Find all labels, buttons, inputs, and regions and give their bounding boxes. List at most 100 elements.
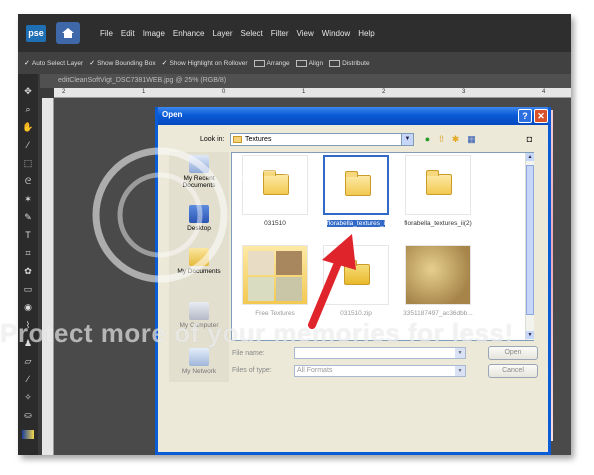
scroll-down-icon[interactable]: ▼ <box>526 331 534 339</box>
look-in-dropdown[interactable]: Textures ▼ <box>230 133 414 146</box>
align-label: Align <box>308 59 324 67</box>
menu-image[interactable]: Image <box>143 29 165 38</box>
dialog-titlebar[interactable]: Open ? ✕ <box>158 107 548 125</box>
menu-file[interactable]: File <box>100 29 113 38</box>
magic-wand-tool-icon[interactable]: ✶ <box>22 194 34 204</box>
file-thumbnail <box>242 245 308 305</box>
vertical-ruler <box>42 98 54 455</box>
my-documents-icon <box>189 248 209 266</box>
ruler-mark: 2 <box>382 89 386 95</box>
straighten-tool-icon[interactable]: ▭ <box>22 284 34 294</box>
auto-select-label: Auto Select Layer <box>31 59 84 67</box>
preview-icon[interactable]: ◘ <box>524 134 535 145</box>
red-arrow-annotation <box>308 234 356 329</box>
texture-swatch <box>248 251 274 275</box>
horizontal-ruler: 2 1 0 1 2 3 4 <box>54 88 571 98</box>
file-item[interactable]: florabella_textures_ii(2) <box>402 155 474 227</box>
chevron-down-icon[interactable]: ▼ <box>401 134 413 145</box>
scroll-up-icon[interactable]: ▲ <box>526 153 534 161</box>
ruler-mark: 3 <box>462 89 466 95</box>
desktop-icon <box>189 205 209 223</box>
type-tool-icon[interactable]: T <box>22 230 34 240</box>
bounding-box-option[interactable]: ✓ Show Bounding Box <box>89 59 155 68</box>
checkmark-icon: ✓ <box>24 60 30 67</box>
marquee-tool-icon[interactable]: ⬚ <box>22 158 34 168</box>
texture-swatch <box>276 251 302 275</box>
cookie-cutter-tool-icon[interactable]: ✿ <box>22 266 34 276</box>
menu-edit[interactable]: Edit <box>121 29 135 38</box>
auto-select-option[interactable]: ✓ Auto Select Layer <box>24 59 84 68</box>
brush-tool-icon[interactable]: ∕ <box>22 374 34 384</box>
home-button[interactable] <box>56 22 80 44</box>
align-button[interactable]: Align <box>295 59 324 67</box>
ruler-mark: 1 <box>142 89 146 95</box>
highlight-option[interactable]: ✓ Show Highlight on Rollover <box>162 59 248 68</box>
selection-brush-tool-icon[interactable]: ✎ <box>22 212 34 222</box>
file-thumbnail <box>405 155 471 215</box>
ruler-mark: 4 <box>542 89 546 95</box>
new-folder-icon[interactable]: ✱ <box>450 134 461 145</box>
zoom-tool-icon[interactable]: ⌕ <box>22 104 34 114</box>
watermark-text: Protect more of your memories for less! <box>0 318 514 348</box>
cancel-button[interactable]: Cancel <box>488 364 538 378</box>
scroll-thumb[interactable] <box>526 165 534 315</box>
my-network-icon <box>189 348 209 366</box>
smart-brush-tool-icon[interactable]: ✧ <box>22 392 34 402</box>
back-icon[interactable]: ● <box>422 134 433 145</box>
place-my-documents[interactable]: My Documents <box>169 248 229 275</box>
red-eye-tool-icon[interactable]: ◉ <box>22 302 34 312</box>
highlight-label: Show Highlight on Rollover <box>169 59 248 67</box>
menu-window[interactable]: Window <box>322 29 350 38</box>
folder-icon <box>263 170 289 195</box>
file-label: florabella_textures_ii(2) <box>404 220 472 227</box>
place-desktop[interactable]: Desktop <box>169 205 229 232</box>
menu-help[interactable]: Help <box>358 29 374 38</box>
hand-tool-icon[interactable]: ✋ <box>22 122 34 132</box>
view-menu-icon[interactable]: ▦ <box>466 134 477 145</box>
close-button[interactable]: ✕ <box>534 109 548 123</box>
lasso-tool-icon[interactable]: ᘓ <box>22 176 34 186</box>
tool-options-bar: ✓ Auto Select Layer ✓ Show Bounding Box ✓ S… <box>18 52 571 74</box>
ruler-mark: 0 <box>222 89 226 95</box>
checkmark-icon: ✓ <box>89 60 96 67</box>
document-tab[interactable]: editCleanSoftVigt_DSC7381WEB.jpg @ 25% (… <box>40 74 571 88</box>
help-button[interactable]: ? <box>518 109 532 123</box>
ruler-mark: 2 <box>62 89 66 95</box>
file-item[interactable]: 031510 <box>239 155 311 227</box>
file-item[interactable]: 3351187497_ac36dbb... <box>402 245 474 317</box>
menu-view[interactable]: View <box>297 29 314 38</box>
folder-icon <box>345 171 371 196</box>
file-list-scrollbar[interactable]: ▲ ▼ <box>525 153 534 340</box>
eyedropper-tool-icon[interactable]: ⁄ <box>22 140 34 150</box>
place-label: My Network <box>181 368 217 375</box>
place-my-network[interactable]: My Network <box>169 348 229 375</box>
chevron-down-icon[interactable]: ▼ <box>455 366 465 376</box>
menu-filter[interactable]: Filter <box>271 29 289 38</box>
menu-bar: pse File Edit Image Enhance Layer Select… <box>18 14 571 52</box>
crop-tool-icon[interactable]: ⌗ <box>22 248 34 258</box>
file-thumbnail <box>323 155 389 215</box>
file-type-label: Files of type: <box>232 367 272 374</box>
up-folder-icon[interactable]: ⇧ <box>436 134 447 145</box>
distribute-button[interactable]: Distribute <box>329 59 370 67</box>
place-label: My Recent Documents <box>182 175 216 189</box>
eraser-tool-icon[interactable]: ▱ <box>22 356 34 366</box>
paint-bucket-tool-icon[interactable]: ⛀ <box>22 410 34 420</box>
chevron-down-icon[interactable]: ▼ <box>455 348 465 358</box>
align-icon <box>295 59 307 67</box>
menu-select[interactable]: Select <box>241 29 263 38</box>
file-label: 3351187497_ac36dbb... <box>403 310 473 317</box>
move-tool-icon[interactable]: ✥ <box>22 86 34 96</box>
file-list: 031510 florabella_textures_i florabella_… <box>231 152 534 341</box>
ruler-mark: 1 <box>302 89 306 95</box>
place-recent-documents[interactable]: My Recent Documents <box>169 155 229 189</box>
file-type-select[interactable]: All Formats ▼ <box>294 365 466 377</box>
texture-swatch <box>276 277 302 301</box>
file-item[interactable]: florabella_textures_i <box>320 155 392 227</box>
menu-layer[interactable]: Layer <box>213 29 233 38</box>
arrange-button[interactable]: Arrange <box>253 59 290 67</box>
menu-enhance[interactable]: Enhance <box>173 29 205 38</box>
look-in-value: Textures <box>245 136 272 143</box>
gradient-tool-icon[interactable] <box>22 430 34 439</box>
toolbox: ✥ ⌕ ✋ ⁄ ⬚ ᘓ ✶ ✎ T ⌗ ✿ ▭ ◉ ⌇ ♟ ▱ ∕ ✧ ⛀ <box>18 74 38 455</box>
